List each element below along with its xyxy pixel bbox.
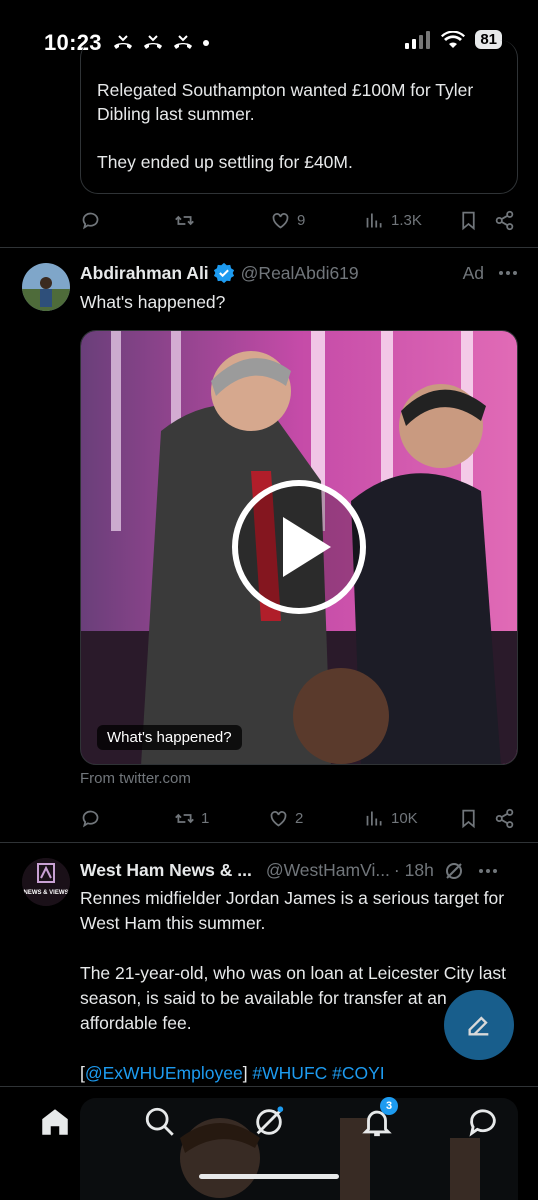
views-icon — [366, 213, 382, 227]
bookmark-icon — [462, 211, 475, 230]
quoted-tweet-text-line1: Relegated Southampton wanted £100M for T… — [97, 80, 474, 124]
more-icon[interactable] — [498, 263, 518, 283]
tweet-header: West Ham News & ... @WestHamVi... · 18h — [80, 860, 518, 881]
nav-search[interactable] — [143, 1105, 177, 1139]
views-button[interactable]: 1.3K — [364, 210, 422, 231]
home-icon — [42, 1109, 68, 1135]
quoted-tweet-text-line2: They ended up settling for £40M. — [97, 152, 353, 172]
nav-messages[interactable] — [466, 1105, 500, 1139]
search-icon — [145, 1107, 174, 1136]
ad-label: Ad — [462, 262, 484, 283]
heart-icon — [270, 810, 287, 827]
divider — [0, 842, 538, 843]
notification-badge: 3 — [380, 1097, 398, 1115]
play-icon[interactable] — [231, 479, 367, 615]
reply-icon — [82, 810, 99, 827]
message-icon — [469, 1109, 496, 1137]
share-icon — [495, 210, 514, 230]
retweet-icon — [175, 215, 194, 225]
retweet-count: 1 — [201, 809, 210, 827]
tweet-actions: 9 1.3K — [80, 205, 518, 235]
compose-icon — [468, 1016, 489, 1036]
share-button[interactable] — [494, 808, 515, 829]
reply-button[interactable] — [80, 808, 101, 829]
views-icon — [366, 811, 382, 825]
nav-grok[interactable] — [252, 1105, 286, 1139]
like-count: 2 — [295, 809, 304, 827]
grok-icon — [256, 1106, 284, 1135]
author-handle[interactable]: @WestHamVi... — [266, 860, 390, 881]
share-icon — [495, 808, 514, 828]
hashtag-link[interactable]: #WHUFC — [252, 1063, 327, 1083]
tweet-header: Abdirahman Ali @RealAbdi619 Ad — [80, 262, 518, 284]
video-caption: What's happened? — [97, 725, 242, 750]
bookmark-icon — [462, 809, 475, 828]
retweet-button[interactable] — [174, 210, 195, 231]
share-button[interactable] — [494, 210, 515, 231]
nav-home[interactable] — [38, 1105, 72, 1139]
author-name[interactable]: West Ham News & ... — [80, 860, 252, 881]
verified-icon — [213, 262, 234, 284]
bookmark-button[interactable] — [458, 210, 479, 231]
compose-button[interactable] — [444, 990, 514, 1060]
tweet-time: · 18h — [393, 860, 434, 880]
bookmark-button[interactable] — [458, 808, 479, 829]
tweet-text: Rennes midfielder Jordan James is a seri… — [80, 886, 518, 1086]
tweet-paragraph: Rennes midfielder Jordan James is a seri… — [80, 888, 505, 933]
like-button[interactable]: 9 — [270, 210, 305, 231]
tweet-actions: 1 2 10K — [80, 803, 518, 833]
hashtag-link[interactable]: #COYI — [332, 1063, 385, 1083]
heart-icon — [272, 212, 289, 229]
nav-notifications[interactable]: 3 — [360, 1097, 398, 1139]
retweet-icon — [175, 813, 194, 823]
like-count: 9 — [297, 211, 306, 229]
avatar[interactable]: NEWS & VIEWS — [22, 858, 70, 906]
more-icon[interactable] — [478, 861, 498, 881]
tweet-text: What's happened? — [80, 292, 226, 312]
author-handle[interactable]: @RealAbdi619 — [241, 263, 359, 284]
avatar-text: NEWS & VIEWS — [23, 890, 69, 896]
view-count: 1.3K — [391, 211, 422, 229]
bottom-navigation: 3 — [0, 1086, 538, 1200]
like-button[interactable]: 2 — [268, 808, 303, 829]
views-button[interactable]: 10K — [364, 808, 418, 829]
divider — [0, 247, 538, 248]
grok-icon[interactable] — [444, 861, 464, 881]
video-player[interactable]: What's happened? — [80, 330, 518, 765]
view-count: 10K — [391, 809, 418, 827]
quoted-tweet-card[interactable]: Relegated Southampton wanted £100M for T… — [80, 40, 518, 194]
reply-button[interactable] — [80, 210, 101, 231]
avatar[interactable] — [22, 263, 70, 311]
home-indicator[interactable] — [199, 1174, 339, 1179]
author-name[interactable]: Abdirahman Ali — [80, 263, 209, 284]
tweet-tags: [@ExWHUEmployee] #WHUFC #COYI — [80, 1063, 385, 1083]
reply-icon — [82, 212, 99, 229]
retweet-button[interactable]: 1 — [174, 808, 209, 829]
mention-link[interactable]: @ExWHUEmployee — [85, 1063, 243, 1083]
source-link[interactable]: From twitter.com — [80, 770, 191, 787]
